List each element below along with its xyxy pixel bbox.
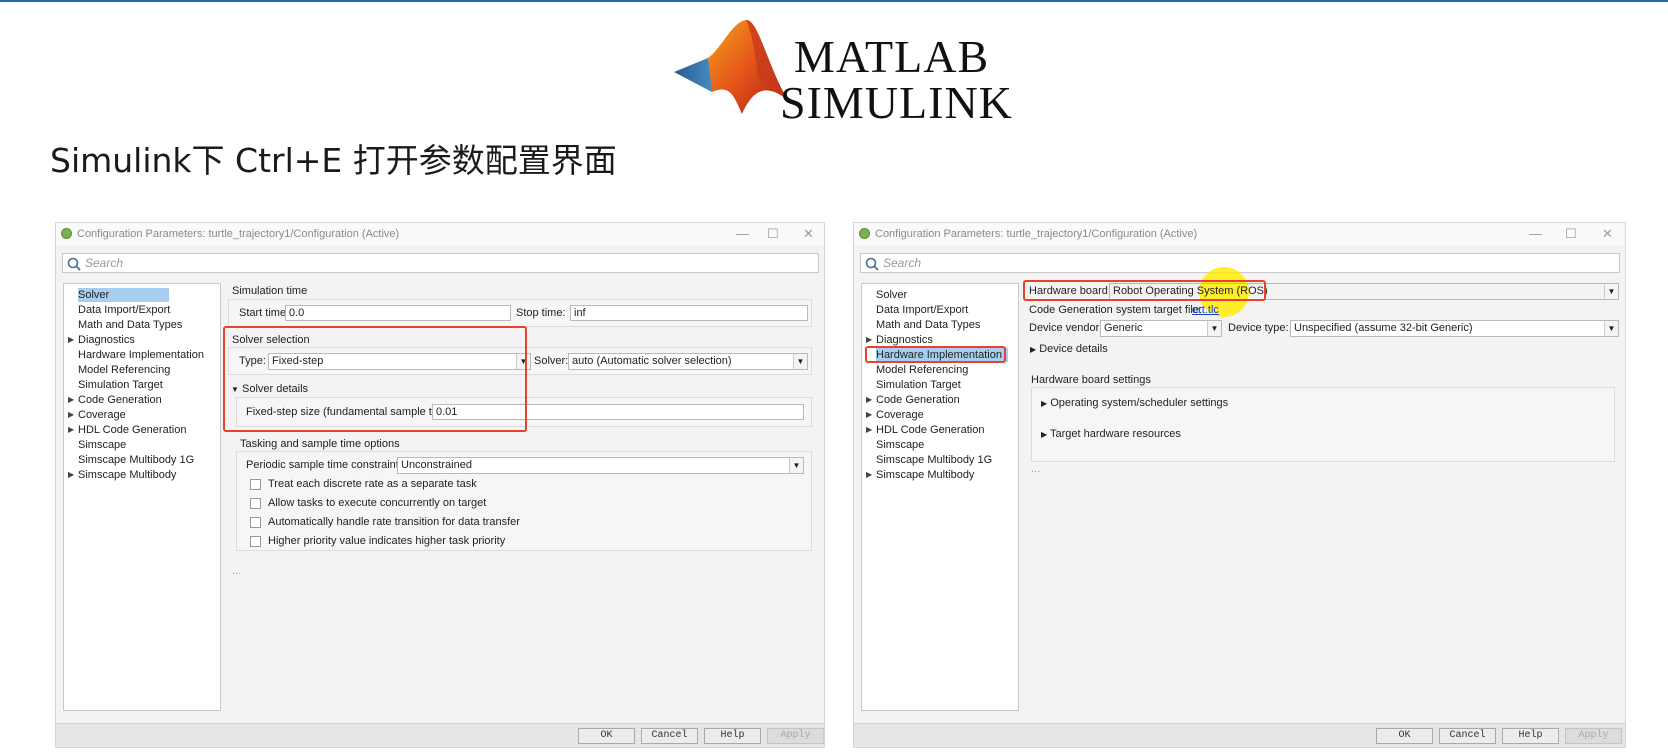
checkbox-rate-transition[interactable]: [250, 517, 261, 528]
matlab-membrane-logo-icon: [674, 19, 788, 114]
close-icon[interactable]: ✕: [1602, 226, 1613, 242]
sample-time-constraint-label: Periodic sample time constraint:: [246, 459, 402, 471]
apply-button[interactable]: Apply: [767, 728, 824, 744]
slide-heading: Simulink下 Ctrl+E 打开参数配置界面: [50, 141, 617, 180]
start-time-input[interactable]: 0.0: [285, 305, 511, 321]
stop-time-input[interactable]: inf: [570, 305, 808, 321]
target-hardware-resources-toggle[interactable]: ▶ Target hardware resources: [1041, 428, 1181, 440]
chevron-down-icon: ▼: [793, 354, 807, 369]
more-options-ellipsis[interactable]: ...: [1031, 463, 1040, 475]
checkbox-separate-task[interactable]: [250, 479, 261, 490]
dialog-button-bar: OK Cancel Help Apply: [56, 723, 824, 747]
matlab-simulink-logo: MATLAB SIMULINK: [672, 18, 1012, 128]
apply-button[interactable]: Apply: [1565, 728, 1622, 744]
checkbox-concurrent-tasks[interactable]: [250, 498, 261, 509]
dialog-button-bar: OK Cancel Help Apply: [854, 723, 1625, 747]
target-file-link[interactable]: ert.tlc: [1192, 304, 1219, 316]
window-title: Configuration Parameters: turtle_traject…: [77, 228, 400, 240]
expand-arrow-icon[interactable]: ▶: [68, 468, 74, 482]
search-input[interactable]: Search: [62, 253, 819, 273]
collapsed-arrow-icon: ▶: [1041, 430, 1048, 439]
checkbox-rate-transition-label: Automatically handle rate transition for…: [268, 516, 520, 528]
chevron-down-icon: ▼: [1207, 321, 1221, 336]
os-scheduler-settings-label: Operating system/scheduler settings: [1050, 397, 1229, 409]
expand-arrow-icon[interactable]: ▶: [866, 468, 872, 482]
checkbox-separate-task-label: Treat each discrete rate as a separate t…: [268, 478, 477, 490]
expand-arrow-icon[interactable]: ▶: [866, 423, 872, 437]
simulink-app-icon: [61, 228, 72, 239]
start-time-label: Start time:: [239, 307, 290, 319]
search-placeholder: Search: [883, 256, 922, 270]
hardware-board-highlight-box: [1023, 280, 1266, 301]
ok-button[interactable]: OK: [578, 728, 635, 744]
device-vendor-label: Device vendor:: [1029, 322, 1103, 334]
category-tree: Solver Data Import/Export Math and Data …: [63, 283, 221, 711]
expand-arrow-icon[interactable]: ▶: [68, 393, 74, 407]
cancel-button[interactable]: Cancel: [641, 728, 698, 744]
simulation-time-header: Simulation time: [232, 285, 308, 297]
expand-arrow-icon[interactable]: ▶: [866, 393, 872, 407]
device-vendor-value: Generic: [1104, 322, 1143, 334]
help-button[interactable]: Help: [1502, 728, 1559, 744]
expand-arrow-icon[interactable]: ▶: [866, 408, 872, 422]
sample-time-constraint-value: Unconstrained: [401, 459, 472, 471]
tree-selection-highlight-box: [865, 346, 1006, 363]
expand-arrow-icon[interactable]: ▶: [68, 423, 74, 437]
maximize-icon[interactable]: ☐: [1565, 226, 1577, 242]
checkbox-concurrent-tasks-label: Allow tasks to execute concurrently on t…: [268, 497, 487, 509]
window-title: Configuration Parameters: turtle_traject…: [875, 228, 1198, 240]
os-scheduler-settings-toggle[interactable]: ▶ Operating system/scheduler settings: [1041, 397, 1228, 409]
sample-time-constraint-dropdown[interactable]: Unconstrained ▼: [397, 457, 804, 474]
minimize-icon[interactable]: —: [736, 226, 749, 241]
board-settings-header: Hardware board settings: [1031, 374, 1151, 386]
solver-value: auto (Automatic solver selection): [572, 355, 732, 367]
device-type-dropdown[interactable]: Unspecified (assume 32-bit Generic) ▼: [1290, 320, 1619, 337]
target-hardware-resources-label: Target hardware resources: [1050, 428, 1181, 440]
top-accent-rule: [0, 0, 1668, 2]
maximize-icon[interactable]: ☐: [767, 226, 779, 242]
chevron-down-icon: ▼: [1604, 321, 1618, 336]
solver-label: Solver:: [534, 355, 569, 367]
config-dialog-solver: Configuration Parameters: turtle_traject…: [55, 222, 825, 748]
expand-arrow-icon[interactable]: ▶: [866, 333, 872, 347]
simulink-app-icon: [859, 228, 870, 239]
device-vendor-dropdown[interactable]: Generic ▼: [1100, 320, 1222, 337]
expand-arrow-icon[interactable]: ▶: [68, 408, 74, 422]
chevron-down-icon: ▼: [789, 458, 803, 473]
device-type-value: Unspecified (assume 32-bit Generic): [1294, 322, 1473, 334]
ok-button[interactable]: OK: [1376, 728, 1433, 744]
search-icon: [865, 257, 879, 271]
expand-arrow-icon[interactable]: ▶: [68, 333, 74, 347]
chevron-down-icon: ▼: [1604, 284, 1618, 299]
device-type-label: Device type:: [1228, 322, 1289, 334]
cancel-button[interactable]: Cancel: [1439, 728, 1496, 744]
help-button[interactable]: Help: [704, 728, 761, 744]
close-icon[interactable]: ✕: [803, 226, 814, 242]
search-icon: [67, 257, 81, 271]
search-placeholder: Search: [85, 256, 124, 270]
title-bar: Configuration Parameters: turtle_traject…: [854, 223, 1625, 245]
device-details-toggle[interactable]: ▶ Device details: [1030, 343, 1108, 355]
title-bar: Configuration Parameters: turtle_traject…: [56, 223, 824, 245]
minimize-icon[interactable]: —: [1529, 226, 1542, 241]
collapsed-arrow-icon: ▶: [1030, 345, 1037, 354]
checkbox-task-priority[interactable]: [250, 536, 261, 547]
more-options-ellipsis[interactable]: ...: [232, 565, 241, 577]
logo-text-simulink: SIMULINK: [780, 77, 1013, 128]
solver-highlight-box: [223, 326, 527, 432]
tasking-header: Tasking and sample time options: [240, 438, 400, 450]
stop-time-label: Stop time:: [516, 307, 566, 319]
search-input[interactable]: Search: [860, 253, 1620, 273]
config-dialog-hardware: Configuration Parameters: turtle_traject…: [853, 222, 1626, 748]
solver-dropdown[interactable]: auto (Automatic solver selection) ▼: [568, 353, 808, 370]
collapsed-arrow-icon: ▶: [1041, 399, 1048, 408]
target-file-label: Code Generation system target file:: [1029, 304, 1203, 316]
checkbox-task-priority-label: Higher priority value indicates higher t…: [268, 535, 506, 547]
device-details-label: Device details: [1039, 343, 1108, 355]
